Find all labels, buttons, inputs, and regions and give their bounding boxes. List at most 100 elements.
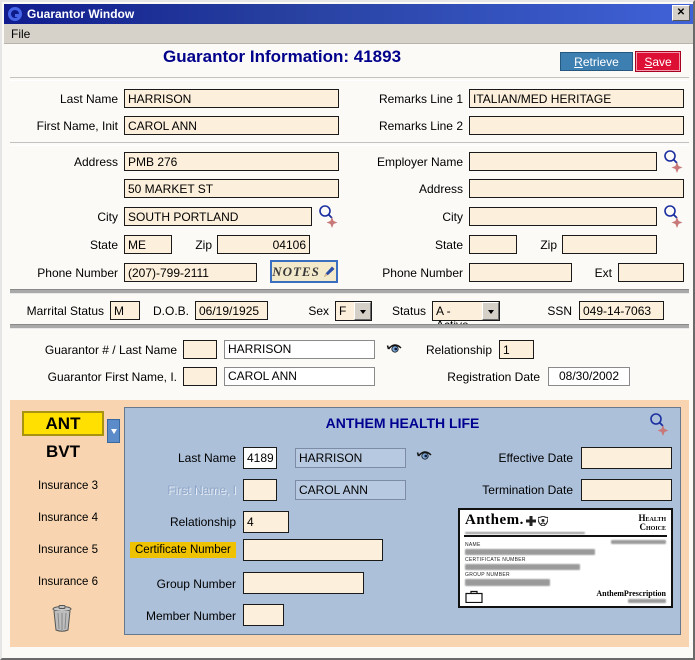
remarks2-field[interactable] — [469, 116, 684, 135]
ext-field[interactable] — [618, 263, 684, 282]
employer-city-search-icon[interactable] — [662, 204, 684, 233]
zip-label: Zip — [152, 238, 212, 252]
page-title: Guarantor Information: 41893 — [62, 47, 502, 67]
employer-zip-field[interactable] — [562, 235, 657, 254]
ins-relationship-label: Relationship — [135, 515, 236, 529]
insurer-search-icon[interactable] — [648, 412, 670, 441]
group-number-field[interactable] — [243, 572, 364, 594]
tab-bvt[interactable]: BVT — [22, 442, 104, 462]
card-group-label: GROUP NUMBER — [465, 572, 666, 578]
insurer-title: ANTHEM HEALTH LIFE — [125, 415, 680, 431]
separator — [10, 142, 689, 146]
employer-city-field[interactable] — [469, 207, 657, 226]
ins-first-name-readonly: CAROL ANN — [295, 480, 406, 500]
eye-icon[interactable] — [416, 447, 433, 468]
termination-date-field[interactable] — [581, 479, 672, 501]
city-field[interactable] — [124, 207, 312, 226]
menu-bar: File — [4, 24, 693, 44]
blue-cross-icon — [526, 516, 536, 526]
separator — [10, 77, 689, 81]
ssn-label: SSN — [537, 304, 572, 318]
address-label: Address — [18, 155, 118, 169]
close-icon: ✕ — [677, 8, 685, 18]
eye-icon[interactable] — [386, 340, 403, 361]
phone-field[interactable] — [124, 263, 257, 282]
employer-zip-label: Zip — [497, 238, 557, 252]
guarantor-number-label: Guarantor # / Last Name — [10, 343, 177, 357]
marital-status-field[interactable] — [110, 301, 140, 320]
card-brand: Anthem. — [465, 512, 548, 529]
employer-phone-label: Phone Number — [347, 266, 463, 280]
last-name-label: Last Name — [18, 92, 118, 106]
employer-address-field[interactable] — [469, 179, 684, 198]
ins-relationship-field[interactable] — [243, 511, 289, 533]
employer-search-icon[interactable] — [662, 149, 684, 178]
remarks1-field[interactable] — [469, 89, 684, 108]
phone-label: Phone Number — [18, 266, 118, 280]
ins-first-code-field[interactable] — [243, 479, 277, 501]
ins-first-name-label: First Name, I — [135, 483, 236, 497]
employer-name-label: Employer Name — [347, 155, 463, 169]
member-number-field[interactable] — [243, 604, 284, 626]
employer-address-label: Address — [347, 182, 463, 196]
state-label: State — [18, 238, 118, 252]
chevron-down-icon[interactable] — [482, 302, 499, 320]
registration-date-readonly: 08/30/2002 — [548, 367, 630, 386]
employer-city-label: City — [347, 210, 463, 224]
tab-insurance-4[interactable]: Insurance 4 — [18, 512, 118, 524]
status-dropdown[interactable]: A - Active — [432, 301, 500, 321]
dob-field[interactable] — [195, 301, 268, 320]
title-bar: Guarantor Window — [4, 4, 693, 24]
guarantor-number-field[interactable] — [183, 340, 217, 359]
card-product: Health Choice — [639, 512, 666, 532]
trash-icon[interactable] — [50, 604, 74, 637]
effective-date-field[interactable] — [581, 447, 672, 469]
tab-insurance-3[interactable]: Insurance 3 — [18, 480, 118, 492]
tab-dropdown-button[interactable] — [107, 419, 120, 443]
first-name-label: First Name, Init — [10, 119, 118, 133]
insurance-card-image: Anthem. Health Choice NAME — [458, 508, 673, 608]
last-name-field[interactable] — [124, 89, 339, 108]
guarantor-window: Guarantor Window ✕ File Guarantor Inform… — [0, 0, 695, 660]
employer-phone-field[interactable] — [469, 263, 572, 282]
ssn-field[interactable] — [579, 301, 664, 320]
tab-insurance-5[interactable]: Insurance 5 — [18, 544, 118, 556]
ins-last-code-field[interactable] — [243, 447, 277, 469]
menu-file[interactable]: File — [4, 26, 37, 42]
ext-label: Ext — [577, 266, 612, 280]
effective-date-label: Effective Date — [473, 451, 573, 465]
address2-field[interactable] — [124, 179, 339, 198]
certificate-number-field[interactable] — [243, 539, 383, 561]
chevron-down-icon[interactable] — [354, 302, 371, 320]
certificate-number-label: Certificate Number — [130, 542, 236, 558]
insurance-panel: ANT BVT Insurance 3 Insurance 4 Insuranc… — [10, 400, 689, 647]
dob-label: D.O.B. — [144, 304, 189, 318]
ins-last-name-label: Last Name — [135, 451, 236, 465]
first-name-field[interactable] — [124, 116, 339, 135]
guarantor-first-num-field[interactable] — [183, 367, 217, 386]
zip-field[interactable] — [217, 235, 310, 254]
city-search-icon[interactable] — [317, 204, 339, 233]
relationship-field[interactable] — [499, 340, 534, 359]
employer-state-label: State — [347, 238, 463, 252]
card-rx-brand: AnthemPrescription — [596, 590, 666, 603]
card-cert-label: CERTIFICATE NUMBER — [465, 557, 666, 563]
city-label: City — [18, 210, 118, 224]
separator — [10, 324, 689, 329]
close-button[interactable]: ✕ — [672, 5, 690, 21]
sex-dropdown[interactable]: F — [335, 301, 372, 321]
notes-button[interactable]: NOTES — [270, 260, 338, 283]
save-button[interactable]: Save — [636, 52, 680, 71]
tab-insurance-6[interactable]: Insurance 6 — [18, 576, 118, 588]
retrieve-button[interactable]: Retrieve — [560, 52, 633, 71]
sex-label: Sex — [297, 304, 329, 318]
app-icon — [8, 7, 22, 21]
tab-ant[interactable]: ANT — [22, 411, 104, 436]
employer-name-field[interactable] — [469, 152, 657, 171]
blue-shield-icon — [538, 516, 548, 526]
window-title: Guarantor Window — [27, 7, 134, 21]
termination-date-label: Termination Date — [473, 483, 573, 497]
registration-date-label: Registration Date — [440, 370, 540, 384]
pencil-icon — [321, 264, 336, 279]
address1-field[interactable] — [124, 152, 339, 171]
